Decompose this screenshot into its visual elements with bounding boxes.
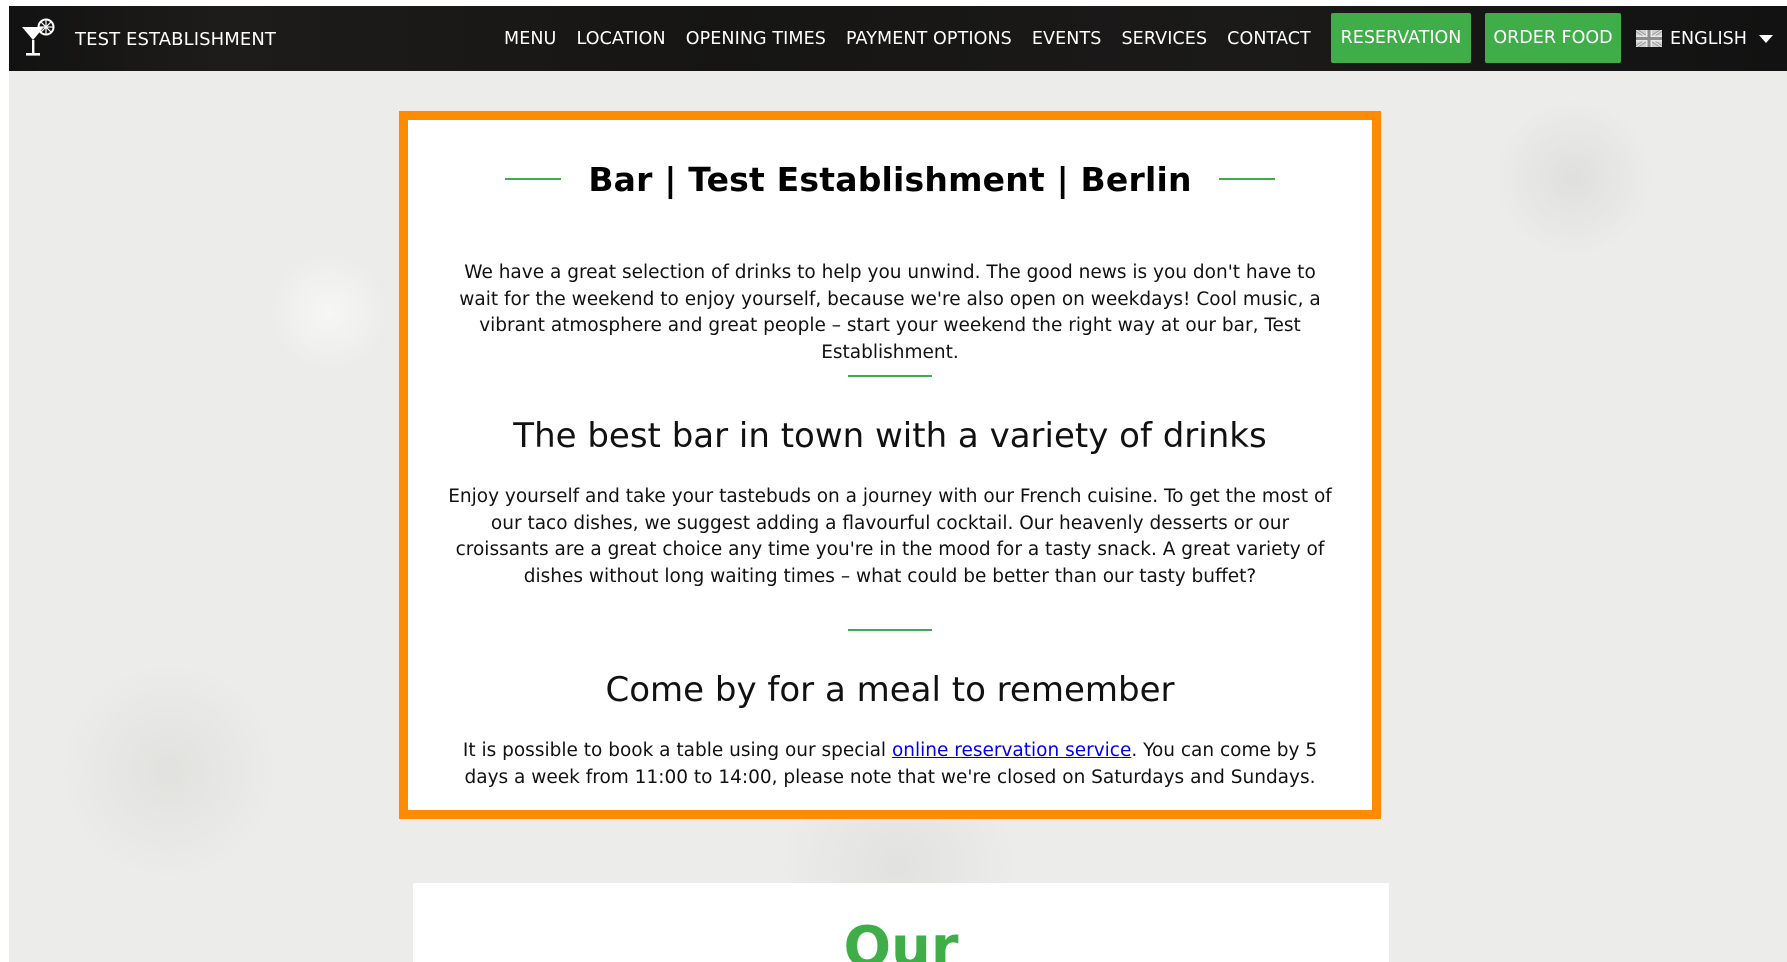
- nav-link-services[interactable]: SERVICES: [1121, 29, 1207, 49]
- content-card: Bar | Test Establishment | Berlin We hav…: [399, 111, 1381, 819]
- nav-link-location[interactable]: LOCATION: [576, 29, 665, 49]
- page-viewport: TEST ESTABLISHMENT MENU LOCATION OPENING…: [9, 6, 1787, 962]
- section-heading-meal: Come by for a meal to remember: [605, 670, 1175, 710]
- nav-link-menu[interactable]: MENU: [504, 29, 556, 49]
- brand[interactable]: TEST ESTABLISHMENT: [19, 18, 276, 60]
- page-title: Bar | Test Establishment | Berlin: [588, 159, 1192, 199]
- main-nav: MENU LOCATION OPENING TIMES PAYMENT OPTI…: [504, 6, 1331, 71]
- uk-flag-icon: [1636, 30, 1662, 47]
- next-section-card: Our: [413, 883, 1389, 962]
- nav-link-opening-times[interactable]: OPENING TIMES: [686, 29, 826, 49]
- online-reservation-link[interactable]: online reservation service: [892, 740, 1131, 761]
- intro-paragraph: We have a great selection of drinks to h…: [459, 262, 1321, 363]
- order-food-button[interactable]: ORDER FOOD: [1485, 13, 1621, 63]
- language-selector[interactable]: ENGLISH: [1636, 6, 1773, 71]
- nav-link-contact[interactable]: CONTACT: [1227, 29, 1311, 49]
- section-divider: [848, 629, 932, 631]
- cocktail-glass-icon: [22, 18, 55, 56]
- paragraph-text: It is possible to book a table using our…: [462, 740, 892, 761]
- section-divider: [848, 375, 932, 377]
- title-row: Bar | Test Establishment | Berlin: [408, 158, 1372, 200]
- top-navbar: TEST ESTABLISHMENT MENU LOCATION OPENING…: [9, 6, 1787, 71]
- title-line-left: [505, 178, 562, 180]
- language-label: ENGLISH: [1670, 28, 1747, 49]
- chevron-down-icon: [1758, 34, 1773, 43]
- nav-link-payment-options[interactable]: PAYMENT OPTIONS: [846, 29, 1012, 49]
- section-heading-drinks: The best bar in town with a variety of d…: [513, 416, 1267, 456]
- reservation-button[interactable]: RESERVATION: [1331, 13, 1471, 63]
- nav-link-events[interactable]: EVENTS: [1032, 29, 1102, 49]
- next-section-title: Our: [843, 915, 959, 962]
- brand-name: TEST ESTABLISHMENT: [75, 28, 277, 50]
- section-paragraph-drinks: Enjoy yourself and take your tastebuds o…: [448, 486, 1332, 587]
- title-line-right: [1218, 178, 1275, 180]
- section-paragraph-meal: It is possible to book a table using our…: [444, 738, 1336, 791]
